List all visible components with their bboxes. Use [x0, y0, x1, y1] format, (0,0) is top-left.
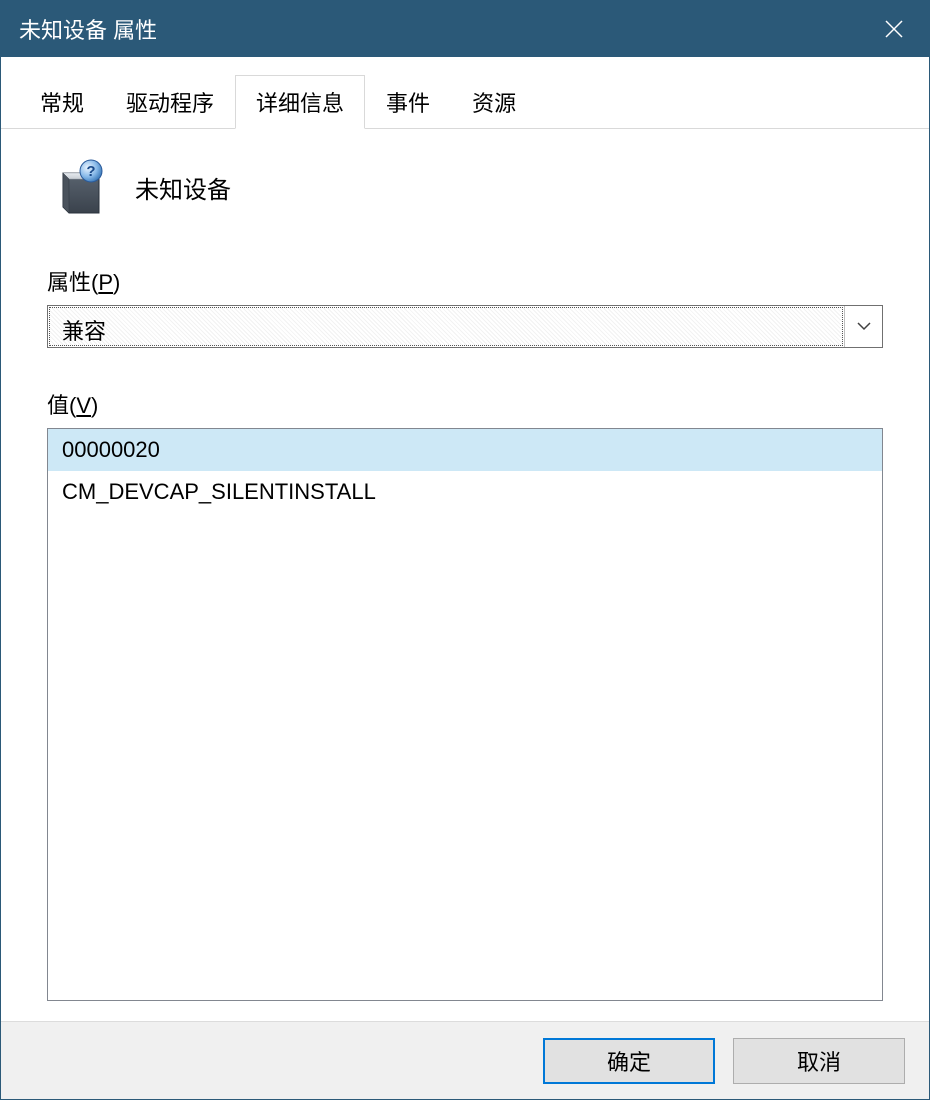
- list-item[interactable]: CM_DEVCAP_SILENTINSTALL: [48, 471, 882, 513]
- value-listbox[interactable]: 00000020 CM_DEVCAP_SILENTINSTALL: [47, 428, 883, 1001]
- device-icon: ?: [55, 159, 107, 215]
- property-combobox-value: 兼容: [49, 307, 843, 346]
- property-label: 属性(P): [47, 265, 883, 297]
- close-icon: [884, 19, 904, 39]
- close-button[interactable]: [859, 1, 929, 57]
- window-title: 未知设备 属性: [19, 13, 157, 45]
- device-name: 未知设备: [135, 170, 231, 205]
- value-label: 值(V): [47, 388, 883, 420]
- tab-details[interactable]: 详细信息: [235, 75, 365, 129]
- svg-text:?: ?: [86, 163, 95, 180]
- list-item[interactable]: 00000020: [48, 429, 882, 471]
- cancel-button[interactable]: 取消: [733, 1038, 905, 1084]
- ok-button[interactable]: 确定: [543, 1038, 715, 1084]
- tab-strip: 常规 驱动程序 详细信息 事件 资源: [1, 57, 929, 129]
- tab-content: ? 未知设备 属性(P) 兼容 值(V) 00000020: [1, 129, 929, 1021]
- property-combobox[interactable]: 兼容: [47, 305, 883, 348]
- tab-resources[interactable]: 资源: [451, 75, 537, 128]
- tab-general[interactable]: 常规: [19, 75, 105, 128]
- tab-driver[interactable]: 驱动程序: [105, 75, 235, 128]
- tab-events[interactable]: 事件: [365, 75, 451, 128]
- chevron-down-icon: [857, 322, 871, 331]
- device-header: ? 未知设备: [47, 159, 883, 215]
- combobox-dropdown-button[interactable]: [844, 306, 882, 347]
- button-bar: 确定 取消: [1, 1021, 929, 1099]
- content-area: 常规 驱动程序 详细信息 事件 资源: [1, 57, 929, 1099]
- properties-window: 未知设备 属性 常规 驱动程序 详细信息 事件 资源: [0, 0, 930, 1100]
- titlebar[interactable]: 未知设备 属性: [1, 1, 929, 57]
